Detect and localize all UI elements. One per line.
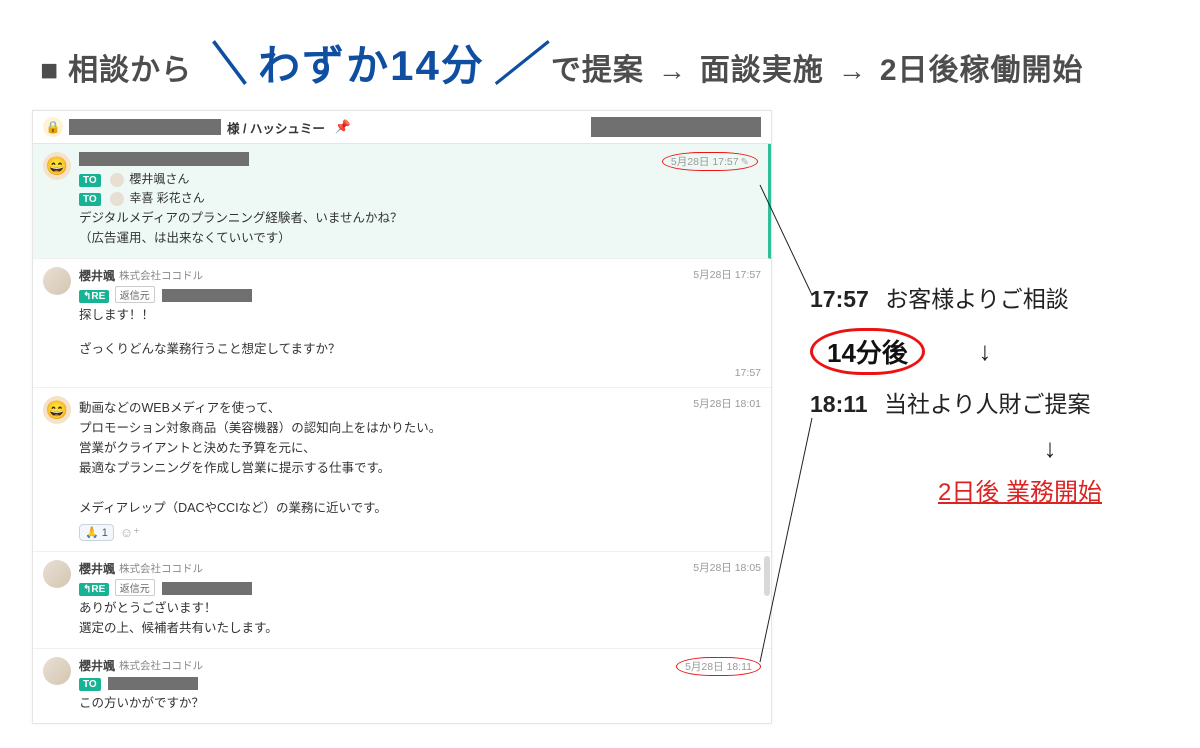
timeline-time: 17:57: [810, 286, 869, 312]
reaction-row: 🙏 1 ☺⁺: [79, 524, 761, 541]
scrollbar-icon[interactable]: [764, 556, 770, 596]
to-tag: TO: [79, 678, 101, 691]
headline-part2: で提案: [551, 45, 644, 89]
small-avatar-icon: [110, 192, 124, 206]
chat-message: 櫻井颯 株式会社ココドル TO この方いかがですか？ 5月28日 18:11: [33, 649, 771, 723]
chat-header: 🔒 様 / ハッシュミー 📌: [33, 111, 771, 144]
timeline-text: 当社より人財ご提案: [884, 391, 1091, 417]
reply-source: 返信元: [115, 579, 155, 596]
redacted-block: [79, 152, 249, 166]
message-username: 櫻井颯: [79, 657, 115, 674]
message-company: 株式会社ココドル: [119, 561, 203, 576]
avatar: 😄: [43, 152, 71, 180]
to-tag: TO: [79, 193, 101, 206]
to-tag: TO: [79, 174, 101, 187]
chat-message: 櫻井颯 株式会社ココドル ↰RE 返信元 ありがとうございます！ 選定の上、候補…: [33, 552, 771, 649]
chat-message: 😄 動画などのWEBメディアを使って、 プロモーション対象商品（美容機器）の認知…: [33, 388, 771, 552]
timeline-time: 18:11: [810, 391, 868, 417]
reaction-count: 1: [102, 527, 108, 539]
message-sub-timestamp: 17:57: [735, 367, 761, 379]
message-timestamp: 5月28日 18:01: [693, 396, 761, 411]
chat-message: 櫻井颯 株式会社ココドル ↰RE 返信元 探します！！ ざっくりどんな業務行うこ…: [33, 259, 771, 388]
message-timestamp: 5月28日 17:57✎: [662, 152, 758, 171]
chat-title-suffix: 様 / ハッシュミー: [227, 118, 325, 137]
message-text: 動画などのWEBメディアを使って、 プロモーション対象商品（美容機器）の認知向上…: [79, 398, 761, 518]
message-text: デジタルメディアのプランニング経験者、いませんかね？ （広告運用、は出来なくてい…: [79, 208, 758, 248]
headline-part1: 相談から: [68, 45, 192, 89]
message-text: ざっくりどんな業務行うこと想定してますか？: [79, 339, 761, 359]
redacted-block: [108, 677, 198, 690]
duration-badge: 14分後: [810, 328, 925, 375]
message-company: 株式会社ココドル: [119, 268, 203, 283]
to-line: TO 櫻井颯さん: [79, 170, 758, 187]
chat-screenshot: 🔒 様 / ハッシュミー 📌 😄 TO 櫻井颯さん TO 幸喜 彩花さん デジタ…: [32, 110, 772, 724]
avatar: 😄: [43, 396, 71, 424]
down-arrow-icon: ↓: [1030, 433, 1070, 464]
add-reaction-icon[interactable]: ☺⁺: [120, 525, 140, 541]
reply-tag: ↰RE: [79, 583, 109, 596]
avatar: [43, 560, 71, 588]
timeline-text: お客様よりご相談: [885, 286, 1069, 312]
avatar: [43, 267, 71, 295]
slash-open-icon: ＼: [202, 28, 248, 94]
message-timestamp: 5月28日 18:11: [676, 657, 761, 676]
reply-source: 返信元: [115, 286, 155, 303]
message-username: 櫻井颯: [79, 267, 115, 284]
timeline-row: 18:11 当社より人財ご提案: [810, 385, 1170, 419]
message-text: ありがとうございます！ 選定の上、候補者共有いたします。: [79, 598, 761, 638]
chat-message: 😄 TO 櫻井颯さん TO 幸喜 彩花さん デジタルメディアのプランニング経験者…: [33, 144, 771, 259]
message-timestamp: 5月28日 17:57: [693, 267, 761, 282]
reply-line: ↰RE 返信元: [79, 579, 761, 596]
redacted-block: [162, 289, 252, 302]
redacted-block: [591, 117, 761, 137]
message-company: 株式会社ココドル: [119, 658, 203, 673]
redacted-block: [162, 582, 252, 595]
headline-square: ■: [40, 54, 58, 88]
to-name: 櫻井颯さん: [129, 172, 189, 186]
avatar: [43, 657, 71, 685]
redacted-block: [69, 119, 221, 135]
timeline-annotation: 17:57 お客様よりご相談 14分後 ↓ 18:11 当社より人財ご提案 ↓ …: [810, 280, 1170, 507]
edit-pencil-icon: ✎: [741, 157, 749, 168]
reaction-chip[interactable]: 🙏 1: [79, 524, 114, 541]
to-name: 幸喜 彩花さん: [129, 191, 204, 205]
timeline-result: 2日後 業務開始: [870, 472, 1170, 507]
message-username: 櫻井颯: [79, 560, 115, 577]
reply-line: ↰RE 返信元: [79, 286, 761, 303]
reply-tag: ↰RE: [79, 290, 109, 303]
pin-icon: 📌: [335, 119, 351, 135]
to-line: TO 幸喜 彩花さん: [79, 189, 758, 206]
message-text: この方いかがですか？: [79, 693, 761, 713]
headline-part3: 面談実施: [700, 45, 824, 89]
small-avatar-icon: [110, 173, 124, 187]
message-text: 探します！！: [79, 305, 761, 325]
timeline-row: 17:57 お客様よりご相談: [810, 280, 1170, 314]
headline-emphasis: わずか14分: [258, 32, 485, 93]
down-arrow-icon: ↓: [965, 336, 1005, 367]
lock-icon: 🔒: [43, 117, 63, 137]
headline: ■ 相談から ＼ わずか14分 ／ で提案 → 面談実施 → 2日後稼働開始: [40, 28, 1084, 94]
reaction-emoji-icon: 🙏: [85, 526, 99, 539]
arrow-icon: →: [658, 55, 686, 87]
arrow-icon: →: [838, 55, 866, 87]
slash-close-icon: ／: [495, 28, 541, 94]
headline-part4: 2日後稼働開始: [880, 45, 1084, 89]
message-timestamp: 5月28日 18:05: [693, 560, 761, 575]
to-line: TO: [79, 676, 761, 691]
